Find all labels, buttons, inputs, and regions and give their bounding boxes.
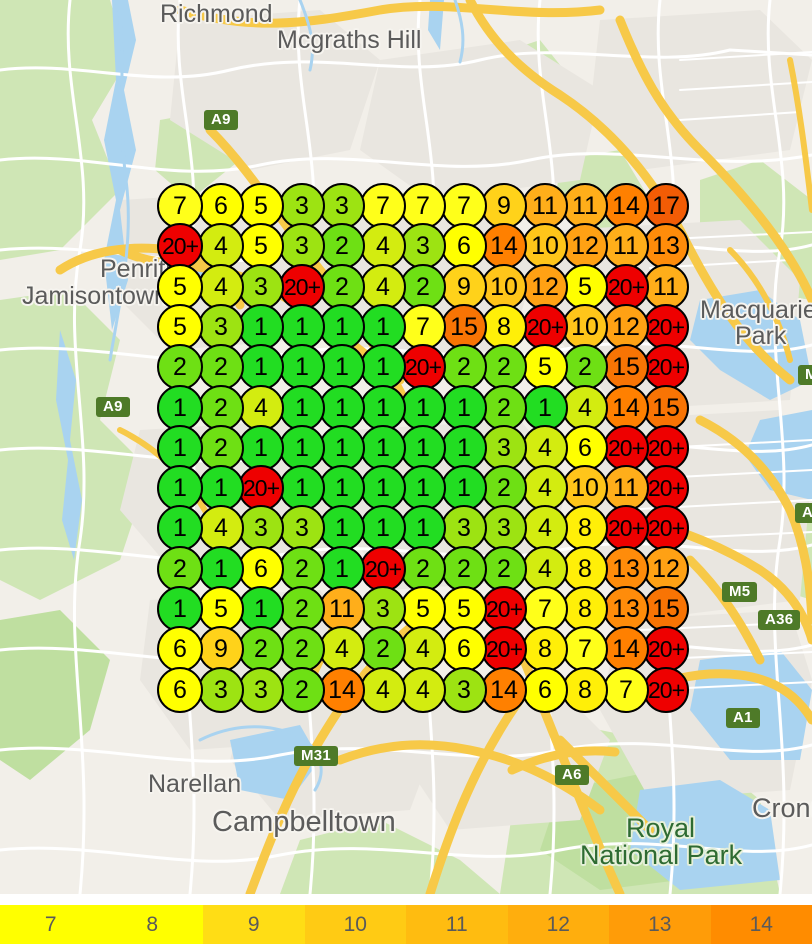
map-marker[interactable]: 1 bbox=[360, 344, 406, 390]
map-marker[interactable]: 20+ bbox=[481, 626, 527, 672]
map-marker[interactable]: 3 bbox=[279, 223, 325, 269]
map-marker[interactable]: 2 bbox=[157, 344, 203, 390]
map-marker[interactable]: 2 bbox=[441, 344, 487, 390]
map-marker[interactable]: 8 bbox=[562, 505, 608, 551]
map-marker[interactable]: 3 bbox=[238, 505, 284, 551]
map-marker[interactable]: 20+ bbox=[643, 344, 689, 390]
legend-tick: 14 bbox=[710, 905, 812, 944]
map-marker[interactable]: 2 bbox=[279, 626, 325, 672]
map-marker[interactable]: 1 bbox=[319, 505, 365, 551]
map-marker[interactable]: 4 bbox=[360, 667, 406, 713]
map-marker[interactable]: 4 bbox=[400, 626, 446, 672]
map-marker[interactable]: 6 bbox=[522, 667, 568, 713]
map-marker[interactable]: 10 bbox=[522, 223, 568, 269]
road-shield-icon: A9 bbox=[96, 397, 130, 417]
map-marker[interactable]: 12 bbox=[562, 223, 608, 269]
map-marker[interactable]: 2 bbox=[562, 344, 608, 390]
road-shield-icon: A2 bbox=[795, 503, 812, 523]
map-marker[interactable]: 3 bbox=[481, 505, 527, 551]
map-marker[interactable]: 3 bbox=[400, 223, 446, 269]
legend-tick: 11 bbox=[406, 905, 508, 944]
map-canvas[interactable]: .land { fill:#f2efe9; } .urban { fill:#e… bbox=[0, 0, 812, 894]
map-marker[interactable]: 20+ bbox=[643, 505, 689, 551]
legend-spacer bbox=[0, 894, 812, 905]
map-marker[interactable]: 7 bbox=[603, 667, 649, 713]
map-marker[interactable]: 11 bbox=[603, 223, 649, 269]
map-marker[interactable]: 1 bbox=[238, 344, 284, 390]
road-shield-icon: A1 bbox=[726, 708, 760, 728]
map-marker[interactable]: 2 bbox=[238, 626, 284, 672]
map-marker[interactable]: 6 bbox=[157, 626, 203, 672]
road-shield-icon: M31 bbox=[294, 746, 339, 766]
map-marker[interactable]: 2 bbox=[319, 223, 365, 269]
map-marker[interactable]: 20+ bbox=[643, 667, 689, 713]
map-marker[interactable]: 20+ bbox=[643, 626, 689, 672]
map-marker[interactable]: 2 bbox=[198, 344, 244, 390]
map-marker[interactable]: 1 bbox=[360, 505, 406, 551]
map-marker[interactable]: 2 bbox=[360, 626, 406, 672]
map-marker[interactable]: 14 bbox=[319, 667, 365, 713]
road-shield-icon: A9 bbox=[204, 110, 238, 130]
map-marker[interactable]: 6 bbox=[157, 667, 203, 713]
legend-tick: 10 bbox=[304, 905, 406, 944]
road-shield-icon: A6 bbox=[555, 765, 589, 785]
map-marker[interactable]: 6 bbox=[441, 626, 487, 672]
map-marker[interactable]: 3 bbox=[441, 505, 487, 551]
map-marker[interactable]: 1 bbox=[157, 505, 203, 551]
map-marker[interactable]: 1 bbox=[400, 505, 446, 551]
map-marker[interactable]: 20+ bbox=[603, 505, 649, 551]
legend-tick: 13 bbox=[609, 905, 711, 944]
legend-tick: 9 bbox=[203, 905, 305, 944]
map-marker[interactable]: 6 bbox=[441, 223, 487, 269]
map-heatmap-app: .land { fill:#f2efe9; } .urban { fill:#e… bbox=[0, 0, 812, 944]
road-shield-icon: M bbox=[798, 365, 812, 385]
map-marker[interactable]: 2 bbox=[279, 667, 325, 713]
map-marker[interactable]: 4 bbox=[198, 223, 244, 269]
map-marker[interactable]: 8 bbox=[562, 667, 608, 713]
map-marker[interactable]: 4 bbox=[522, 505, 568, 551]
map-marker[interactable]: 8 bbox=[522, 626, 568, 672]
map-marker[interactable]: 5 bbox=[238, 223, 284, 269]
road-shield-icon: M5 bbox=[722, 582, 758, 602]
map-marker[interactable]: 20+ bbox=[157, 223, 203, 269]
map-marker[interactable]: 2 bbox=[481, 344, 527, 390]
map-marker[interactable]: 1 bbox=[319, 344, 365, 390]
map-marker[interactable]: 20+ bbox=[400, 344, 446, 390]
map-marker[interactable]: 4 bbox=[360, 223, 406, 269]
map-marker[interactable]: 14 bbox=[481, 667, 527, 713]
map-marker[interactable]: 4 bbox=[400, 667, 446, 713]
map-marker[interactable]: 3 bbox=[279, 505, 325, 551]
map-marker[interactable]: 15 bbox=[603, 344, 649, 390]
legend-tick: 7 bbox=[0, 905, 102, 944]
map-marker[interactable]: 14 bbox=[603, 626, 649, 672]
map-marker[interactable]: 4 bbox=[319, 626, 365, 672]
map-marker[interactable]: 14 bbox=[481, 223, 527, 269]
map-marker[interactable]: 4 bbox=[198, 505, 244, 551]
map-marker[interactable]: 3 bbox=[238, 667, 284, 713]
map-marker[interactable]: 9 bbox=[198, 626, 244, 672]
map-marker[interactable]: 3 bbox=[441, 667, 487, 713]
legend-tick: 8 bbox=[101, 905, 203, 944]
legend-tick: 12 bbox=[507, 905, 609, 944]
map-marker[interactable]: 1 bbox=[279, 344, 325, 390]
map-marker[interactable]: 5 bbox=[522, 344, 568, 390]
map-marker[interactable]: 3 bbox=[198, 667, 244, 713]
road-shield-icon: A36 bbox=[758, 610, 801, 630]
map-marker[interactable]: 7 bbox=[562, 626, 608, 672]
map-marker[interactable]: 13 bbox=[643, 223, 689, 269]
color-legend: 7 8 9 10 11 12 13 14 bbox=[0, 905, 812, 944]
